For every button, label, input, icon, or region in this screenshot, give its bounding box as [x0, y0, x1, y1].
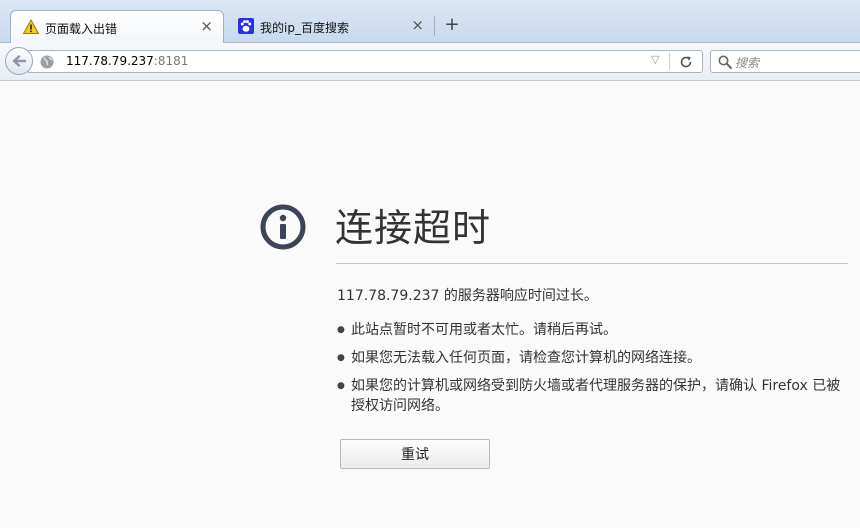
url-text[interactable]: 117.78.79.237:8181 — [66, 54, 188, 68]
new-tab-button[interactable]: + — [444, 14, 460, 36]
tab-title: 页面载入出错 — [45, 22, 118, 36]
url-bar[interactable]: 117.78.79.237:8181 ▽ — [28, 50, 703, 73]
error-tips-list: 此站点暂时不可用或者太忙。请稍后再试。 如果您无法载入任何页面，请检查您计算机的… — [337, 320, 847, 424]
history-dropdown-icon[interactable]: ▽ — [651, 53, 659, 66]
tab-strip: 页面载入出错 × 我的ip_百度搜索 × + — [0, 0, 860, 43]
tab-separator — [434, 16, 435, 36]
list-item: 此站点暂时不可用或者太忙。请稍后再试。 — [337, 320, 847, 340]
search-bar[interactable]: 搜索 — [710, 50, 860, 73]
search-icon[interactable] — [717, 54, 733, 70]
reload-icon[interactable] — [677, 53, 695, 71]
list-item: 如果您的计算机或网络受到防火墙或者代理服务器的保护，请确认 Firefox 已被… — [337, 376, 847, 416]
globe-icon[interactable] — [39, 54, 55, 70]
baidu-paw-icon — [238, 18, 254, 34]
error-short-description: 117.78.79.237 的服务器响应时间过长。 — [337, 288, 598, 304]
back-arrow-icon — [12, 55, 27, 67]
url-bar-divider — [669, 53, 670, 70]
tab-title: 我的ip_百度搜索 — [260, 21, 349, 35]
url-port: :8181 — [153, 54, 189, 68]
search-placeholder[interactable]: 搜索 — [735, 54, 759, 71]
navigation-bar: 117.78.79.237:8181 ▽ 搜索 — [0, 43, 860, 81]
back-button[interactable] — [5, 47, 33, 75]
warning-icon — [23, 19, 39, 34]
tab-baidu-search[interactable]: 我的ip_百度搜索 × — [226, 10, 434, 42]
title-divider — [336, 263, 848, 264]
close-tab-icon[interactable]: × — [200, 18, 213, 34]
url-host: 117.78.79.237 — [66, 54, 154, 68]
error-title: 连接超时 — [335, 206, 492, 250]
retry-button[interactable]: 重试 — [340, 439, 490, 469]
list-item: 如果您无法载入任何页面，请检查您计算机的网络连接。 — [337, 348, 847, 368]
tab-page-load-error[interactable]: 页面载入出错 × — [10, 10, 224, 43]
info-icon — [260, 204, 306, 250]
close-tab-icon[interactable]: × — [411, 17, 424, 33]
